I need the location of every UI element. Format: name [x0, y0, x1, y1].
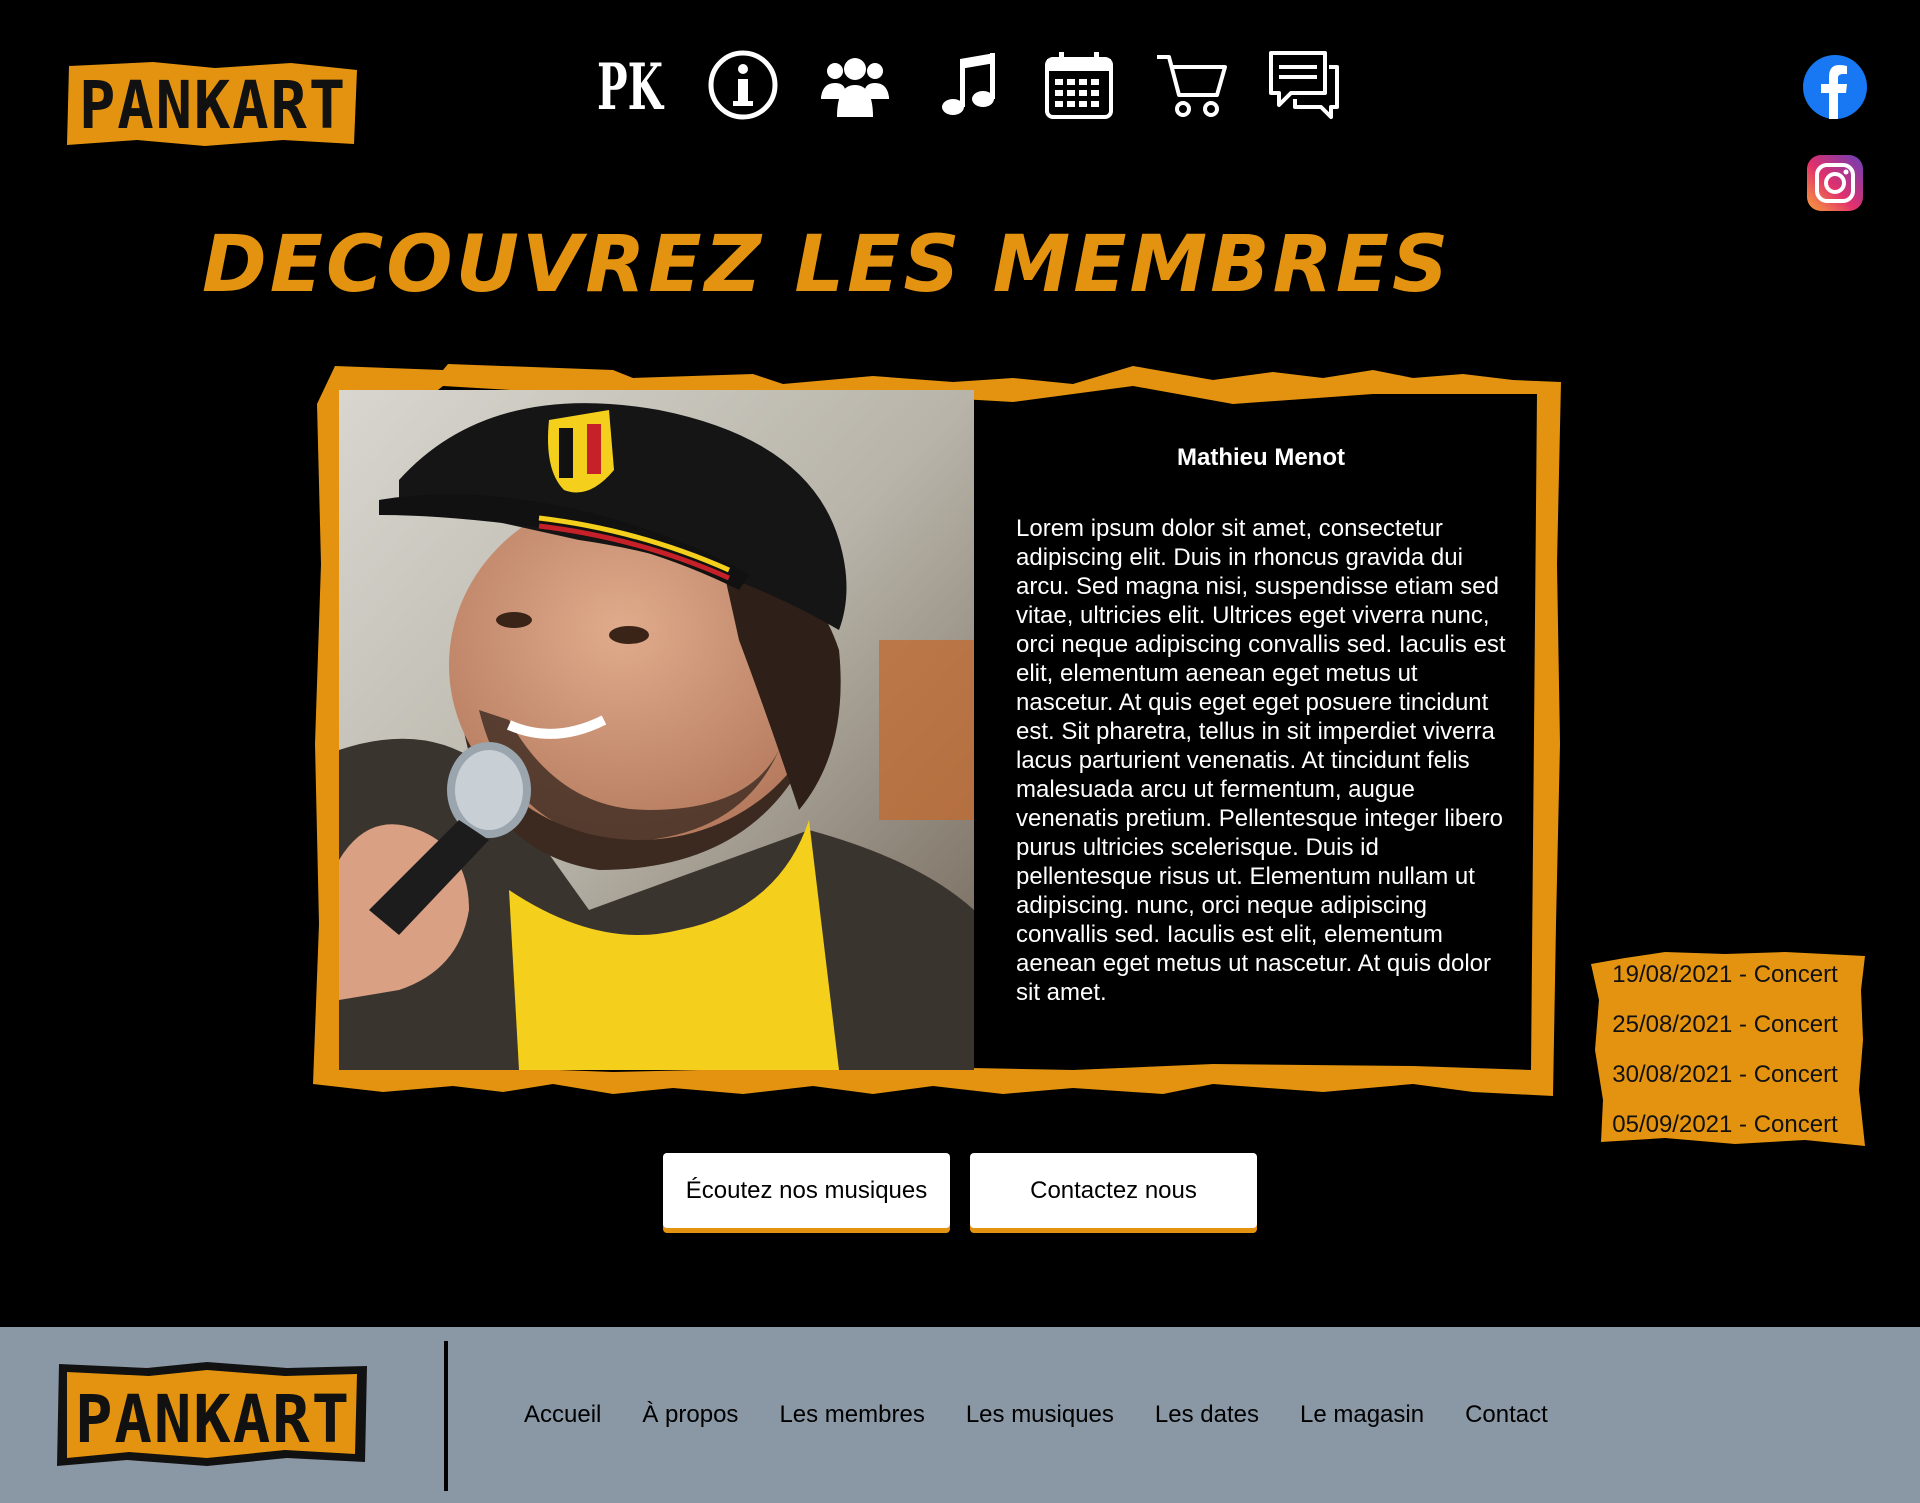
page-title: DECOUVREZ LES MEMBRES	[202, 220, 1452, 310]
info-icon[interactable]	[707, 49, 779, 121]
svg-text:PANKART: PANKART	[79, 67, 347, 144]
dates-list: 19/08/2021 - Concert 25/08/2021 - Concer…	[1585, 960, 1865, 1160]
facebook-icon[interactable]	[1803, 55, 1867, 119]
footer-link-membres[interactable]: Les membres	[779, 1401, 924, 1429]
page: PANKART PK DECOUVREZ LES MEMBRES Mathieu…	[0, 0, 1920, 1503]
footer-link-contact[interactable]: Contact	[1465, 1401, 1548, 1429]
footer: PANKART Accueil À propos Les membres Les…	[0, 1327, 1920, 1503]
header-logo[interactable]: PANKART	[65, 60, 360, 148]
date-item[interactable]: 25/08/2021 - Concert	[1585, 1010, 1865, 1060]
member-card: Mathieu Menot Lorem ipsum dolor sit amet…	[313, 364, 1563, 1096]
footer-nav: Accueil À propos Les membres Les musique…	[524, 1327, 1548, 1503]
footer-link-dates[interactable]: Les dates	[1155, 1401, 1259, 1429]
svg-text:PANKART: PANKART	[75, 1381, 351, 1458]
footer-link-a-propos[interactable]: À propos	[642, 1401, 738, 1429]
cta-group: Écoutez nos musiques Contactez nous	[663, 1153, 1257, 1228]
social-links	[1803, 55, 1867, 215]
calendar-icon[interactable]	[1043, 49, 1115, 121]
listen-music-button[interactable]: Écoutez nos musiques	[663, 1153, 950, 1228]
members-group-icon[interactable]	[819, 49, 891, 121]
contact-button[interactable]: Contactez nous	[970, 1153, 1257, 1228]
pankart-logo: PANKART	[57, 1362, 367, 1466]
member-name: Mathieu Menot	[1177, 444, 1345, 471]
footer-link-magasin[interactable]: Le magasin	[1300, 1401, 1424, 1429]
pk-monogram-icon[interactable]: PK	[595, 49, 667, 121]
member-info: Mathieu Menot Lorem ipsum dolor sit amet…	[1016, 444, 1506, 1007]
date-item[interactable]: 05/09/2021 - Concert	[1585, 1110, 1865, 1160]
footer-link-musiques[interactable]: Les musiques	[966, 1401, 1114, 1429]
svg-text:PK: PK	[597, 50, 665, 121]
chat-bubble-icon[interactable]	[1267, 49, 1339, 121]
footer-divider	[444, 1341, 448, 1491]
date-item[interactable]: 30/08/2021 - Concert	[1585, 1060, 1865, 1110]
shopping-cart-icon[interactable]	[1155, 49, 1227, 121]
footer-link-accueil[interactable]: Accueil	[524, 1401, 601, 1429]
music-note-icon[interactable]	[931, 49, 1003, 121]
date-item[interactable]: 19/08/2021 - Concert	[1585, 960, 1865, 1010]
footer-logo[interactable]: PANKART	[57, 1362, 370, 1468]
pankart-logo: PANKART	[67, 62, 357, 146]
member-bio: Lorem ipsum dolor sit amet, consectetur …	[1016, 515, 1506, 1006]
upcoming-dates: 19/08/2021 - Concert 25/08/2021 - Concer…	[1585, 950, 1865, 1146]
member-photo	[339, 390, 974, 1070]
instagram-icon[interactable]	[1803, 151, 1867, 215]
header-nav: PK	[595, 45, 1339, 125]
